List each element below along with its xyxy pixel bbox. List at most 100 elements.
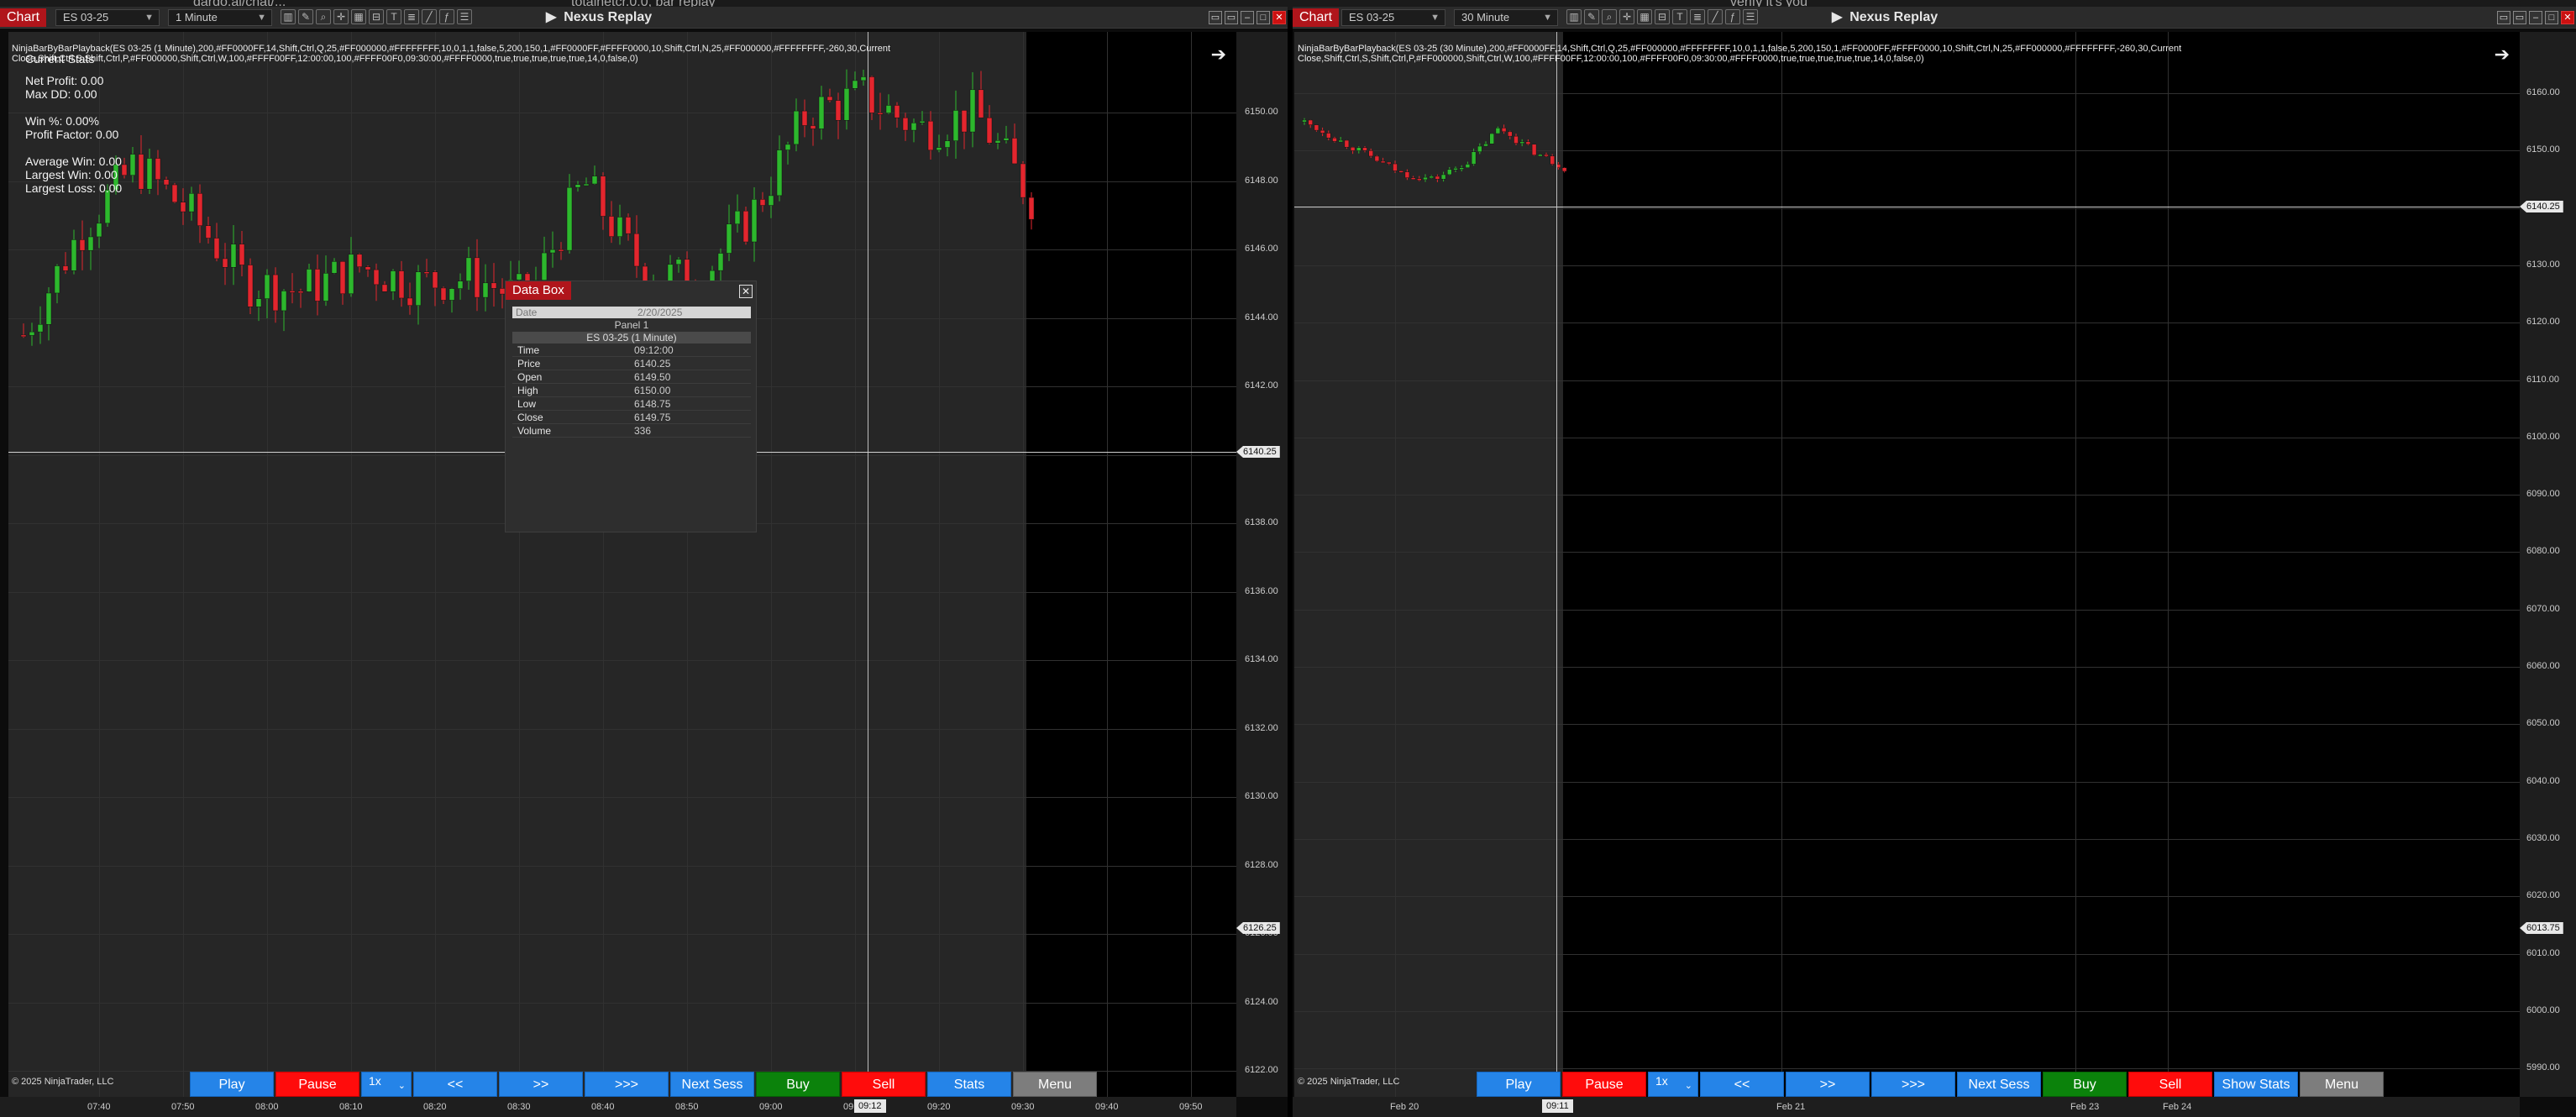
template-icon[interactable]: ⊟ bbox=[1655, 9, 1670, 24]
candle-body bbox=[272, 274, 279, 312]
candle-body bbox=[239, 244, 245, 265]
time-label: 07:40 bbox=[87, 1102, 111, 1112]
candle-body bbox=[1362, 147, 1367, 151]
button-label: Menu bbox=[1037, 1078, 1073, 1092]
price-label: 6122.00 bbox=[1245, 1065, 1278, 1075]
tile-icon-2[interactable]: ▭ bbox=[1225, 11, 1238, 24]
minimize-icon[interactable]: – bbox=[2529, 11, 2542, 24]
fib-tool-icon[interactable]: ≣ bbox=[404, 9, 419, 24]
price-axis[interactable]: 6160.006150.006140.006130.006120.006110.… bbox=[2520, 32, 2576, 1097]
tile-icon[interactable]: ▭ bbox=[2497, 11, 2510, 24]
chart-tab[interactable]: Chart bbox=[0, 8, 47, 27]
time-label: Feb 24 bbox=[2163, 1102, 2192, 1112]
candle-body bbox=[860, 76, 867, 81]
text-tool-icon[interactable]: T bbox=[386, 9, 401, 24]
fast-forward-button[interactable]: >>> bbox=[585, 1072, 669, 1097]
list-icon[interactable]: ☰ bbox=[457, 9, 472, 24]
draw-tool-icon[interactable]: ✎ bbox=[298, 9, 313, 24]
btn-sell[interactable]: Sell bbox=[2128, 1072, 2212, 1097]
candle-body bbox=[1393, 163, 1398, 171]
candle-body bbox=[1387, 161, 1392, 165]
time-axis[interactable]: Feb 20 Feb 21 Feb 23 Feb 24 09:11 bbox=[1293, 1097, 2520, 1117]
close-icon[interactable]: ✕ bbox=[1272, 11, 1286, 24]
btn-menu[interactable]: Menu bbox=[2300, 1072, 2384, 1097]
data-box-title[interactable]: Data Box bbox=[506, 281, 571, 300]
maximize-icon[interactable]: □ bbox=[1257, 11, 1270, 24]
zoom-icon[interactable]: ⌕ bbox=[1602, 9, 1617, 24]
button-label: Menu bbox=[2324, 1078, 2359, 1092]
fib-tool-icon[interactable]: ≣ bbox=[1690, 9, 1705, 24]
indicator-icon[interactable]: ƒ bbox=[439, 9, 454, 24]
grid-icon[interactable]: ▦ bbox=[1637, 9, 1652, 24]
candle-body bbox=[230, 244, 237, 268]
step-forward-button[interactable]: >> bbox=[1786, 1072, 1870, 1097]
data-box-row-close: Close 6149.75 bbox=[512, 411, 751, 424]
line-tool-icon[interactable]: ╱ bbox=[1708, 9, 1723, 24]
interval-selector[interactable]: 1 Minute ▼ bbox=[168, 9, 272, 26]
instrument-selector[interactable]: ES 03-25 ▼ bbox=[55, 9, 160, 26]
fast-forward-button[interactable]: >>> bbox=[1871, 1072, 1955, 1097]
bar-type-icon[interactable]: ▥ bbox=[1566, 9, 1582, 24]
instrument-value: ES 03-25 bbox=[63, 11, 109, 24]
chart-tab[interactable]: Chart bbox=[1293, 8, 1340, 27]
line-tool-icon[interactable]: ╱ bbox=[422, 9, 437, 24]
interval-selector[interactable]: 30 Minute ▼ bbox=[1454, 9, 1558, 26]
app-title[interactable]: ▶ Nexus Replay bbox=[1832, 8, 1938, 27]
crosshair-icon[interactable]: ✛ bbox=[1619, 9, 1634, 24]
price-chart-panel[interactable]: NinjaBarByBarPlayback(ES 03-25 (1 Minute… bbox=[8, 32, 1236, 1097]
time-axis[interactable]: 07:40 07:50 08:00 08:10 08:20 08:30 08:40 08:50… bbox=[0, 1097, 1236, 1117]
rewind-button[interactable]: << bbox=[413, 1072, 497, 1097]
candle-body bbox=[1508, 131, 1513, 137]
minimize-icon[interactable]: – bbox=[1241, 11, 1254, 24]
text-tool-icon[interactable]: T bbox=[1672, 9, 1687, 24]
arrow-right-icon[interactable]: ➔ bbox=[1211, 44, 1226, 66]
price-label: 6030.00 bbox=[2526, 832, 2560, 843]
app-title[interactable]: ▶ Nexus Replay bbox=[546, 8, 652, 27]
zoom-icon[interactable]: ⌕ bbox=[316, 9, 331, 24]
btn-pause[interactable]: Pause bbox=[1562, 1072, 1646, 1097]
template-icon[interactable]: ⊟ bbox=[369, 9, 384, 24]
tile-icon-2[interactable]: ▭ bbox=[2513, 11, 2526, 24]
list-icon[interactable]: ☰ bbox=[1743, 9, 1758, 24]
candle-body bbox=[155, 158, 161, 180]
draw-tool-icon[interactable]: ✎ bbox=[1584, 9, 1599, 24]
candle-body bbox=[843, 88, 850, 121]
close-icon[interactable]: ✕ bbox=[2561, 11, 2574, 24]
button-label: 1x bbox=[1655, 1074, 1668, 1088]
btn-buy[interactable]: Buy bbox=[2043, 1072, 2127, 1097]
window-controls: ▭ ▭ – □ ✕ bbox=[2497, 11, 2574, 24]
candle-body bbox=[1447, 169, 1452, 176]
btn-menu[interactable]: Menu bbox=[1013, 1072, 1097, 1097]
grid-icon[interactable]: ▦ bbox=[351, 9, 366, 24]
price-axis[interactable]: 6150.00 6148.00 6146.00 6144.00 6142.00 6140.… bbox=[1236, 32, 1288, 1097]
btn-next-sess[interactable]: Next Sess bbox=[1957, 1072, 2041, 1097]
candle-body bbox=[1326, 133, 1331, 139]
maximize-icon[interactable]: □ bbox=[2545, 11, 2558, 24]
candle-body bbox=[205, 225, 212, 239]
candle-body bbox=[1435, 176, 1440, 180]
btn-play[interactable]: Play bbox=[1477, 1072, 1561, 1097]
candle-body bbox=[717, 253, 724, 271]
btn-stats[interactable]: Stats bbox=[927, 1072, 1011, 1097]
speed-selector[interactable]: 1x ⌄ bbox=[1648, 1072, 1698, 1097]
btn-pause[interactable]: Pause bbox=[275, 1072, 359, 1097]
indicator-icon[interactable]: ƒ bbox=[1725, 9, 1740, 24]
candle-body bbox=[944, 140, 951, 148]
btn-next-sess[interactable]: Next Sess bbox=[670, 1072, 754, 1097]
speed-selector[interactable]: 1x ⌄ bbox=[361, 1072, 412, 1097]
btn-buy[interactable]: Buy bbox=[756, 1072, 840, 1097]
candle-body bbox=[1368, 150, 1373, 157]
arrow-right-icon[interactable]: ➔ bbox=[2495, 44, 2510, 66]
crosshair-icon[interactable]: ✛ bbox=[333, 9, 349, 24]
btn-sell[interactable]: Sell bbox=[842, 1072, 926, 1097]
step-forward-button[interactable]: >> bbox=[499, 1072, 583, 1097]
bar-type-icon[interactable]: ▥ bbox=[281, 9, 296, 24]
instrument-selector[interactable]: ES 03-25 ▼ bbox=[1341, 9, 1445, 26]
close-icon[interactable]: ✕ bbox=[739, 285, 753, 298]
rewind-button[interactable]: << bbox=[1700, 1072, 1784, 1097]
data-box-window[interactable]: Data Box ✕ Date 2/20/2025 Panel 1 ES 03-2… bbox=[505, 281, 757, 532]
price-chart-panel[interactable]: NinjaBarByBarPlayback(ES 03-25 (30 Minut… bbox=[1294, 32, 2520, 1097]
btn-play[interactable]: Play bbox=[190, 1072, 274, 1097]
tile-icon[interactable]: ▭ bbox=[1209, 11, 1222, 24]
btn-show-stats[interactable]: Show Stats bbox=[2214, 1072, 2298, 1097]
